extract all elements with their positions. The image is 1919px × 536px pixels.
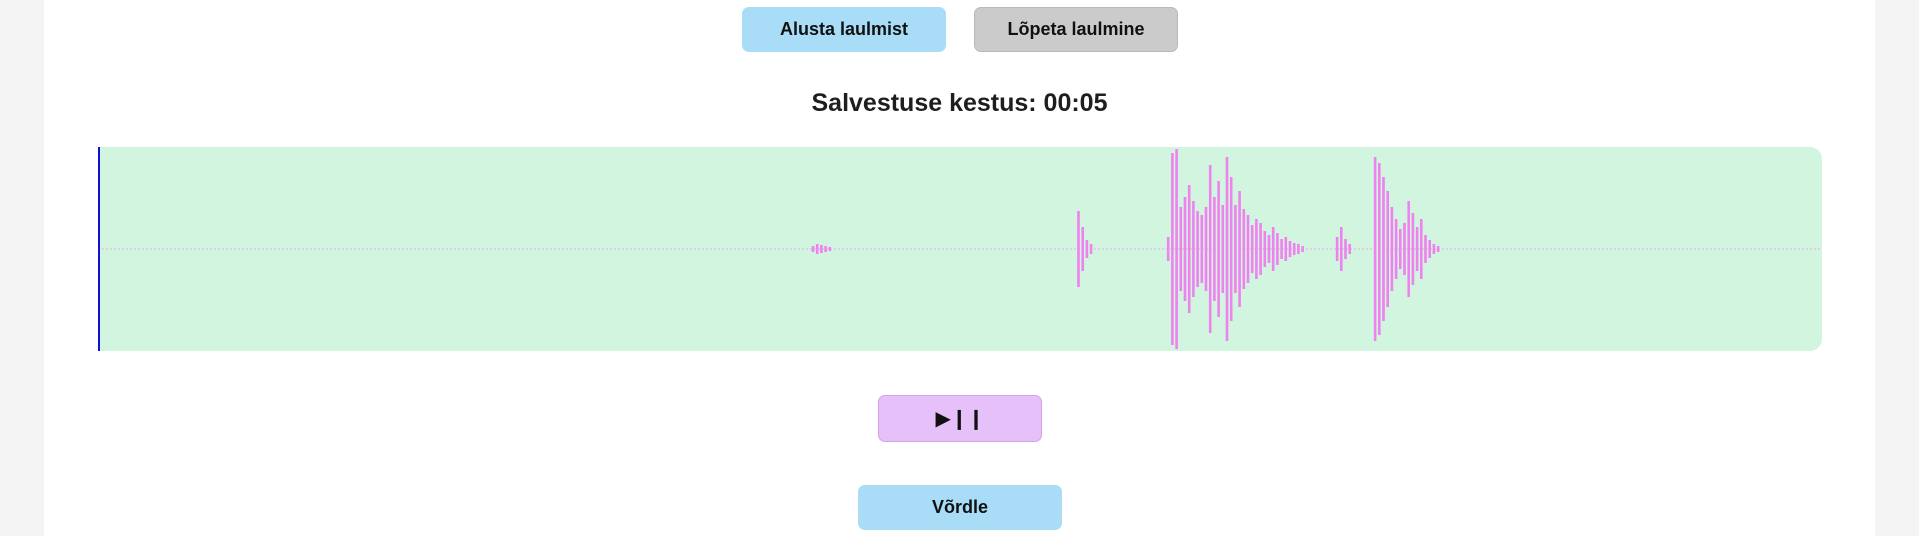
waveform-bar — [1276, 233, 1279, 265]
waveform-bar — [1378, 163, 1381, 335]
waveform-bar — [1196, 211, 1199, 287]
waveform-bar — [1221, 205, 1225, 293]
waveform-bar — [1200, 215, 1204, 283]
waveform-bar — [1183, 197, 1187, 301]
waveform-bar — [1192, 201, 1195, 297]
waveform-bar — [828, 247, 832, 251]
waveform-bar — [1213, 197, 1216, 301]
waveform-bar — [1250, 225, 1254, 273]
waveform-bar — [811, 246, 815, 252]
waveform-bar — [1204, 207, 1208, 291]
waveform-bar — [1335, 237, 1339, 261]
waveform-bar — [1259, 223, 1262, 275]
waveform[interactable] — [98, 147, 1822, 351]
waveform-bar — [1187, 185, 1191, 313]
waveform-bar — [1280, 239, 1283, 259]
waveform-bar — [1077, 211, 1080, 287]
waveform-bar — [1348, 244, 1351, 254]
waveform-bar — [1171, 153, 1174, 345]
waveform-bar — [1340, 227, 1343, 271]
waveform-bar — [1217, 181, 1220, 317]
waveform-bar — [1428, 240, 1431, 258]
waveform-bar — [1081, 227, 1084, 271]
waveform-bar — [1411, 213, 1415, 285]
waveform-bar — [1407, 201, 1410, 297]
waveform-bar — [1292, 243, 1296, 255]
waveform-bar — [1263, 231, 1267, 267]
waveform-bar — [1089, 244, 1093, 254]
waveform-bar — [824, 246, 827, 252]
waveform-bar — [815, 244, 819, 254]
waveform-bar — [1390, 207, 1394, 291]
recording-duration: Salvestuse kestus: 00:05 — [811, 89, 1108, 117]
compare-button[interactable]: Võrdle — [858, 485, 1062, 530]
waveform-bar — [1415, 227, 1419, 271]
playhead-cursor[interactable] — [98, 147, 100, 351]
waveform-bar — [1179, 207, 1183, 291]
waveform-bar — [1297, 244, 1300, 254]
start-singing-button[interactable]: Alusta laulmist — [742, 7, 946, 52]
waveform-bar — [1420, 219, 1423, 279]
waveform-bar — [1288, 241, 1292, 257]
waveform-bar — [1242, 209, 1246, 289]
waveform-bar — [1436, 246, 1440, 252]
waveform-bar — [1166, 237, 1170, 261]
waveform-bar — [1386, 191, 1389, 307]
waveform-bar — [1238, 191, 1241, 307]
waveform-bar — [1344, 239, 1347, 259]
waveform-bar — [1373, 157, 1377, 341]
waveform-bar — [1085, 240, 1089, 258]
waveform-bar — [820, 245, 823, 253]
waveform-bar — [1432, 244, 1436, 254]
waveform-bar — [1399, 229, 1402, 269]
stop-singing-button[interactable]: Lõpeta laulmine — [974, 7, 1178, 52]
waveform-bar — [1301, 246, 1304, 252]
waveform-bar — [1271, 227, 1275, 271]
waveform-bar — [1403, 223, 1406, 275]
play-pause-button[interactable]: ▶❙❙ — [878, 395, 1042, 442]
waveform-bar — [1246, 215, 1250, 283]
waveform-bar — [1225, 157, 1229, 341]
waveform-bars — [811, 149, 1440, 349]
waveform-bar — [1267, 235, 1271, 263]
waveform-bar — [1208, 165, 1212, 333]
waveform-bar — [1394, 219, 1398, 279]
waveform-bar — [1255, 219, 1258, 279]
waveform-bar — [1424, 235, 1427, 263]
waveform-bar — [1284, 237, 1288, 261]
app-panel: Alusta laulmist Lõpeta laulmine Salvestu… — [44, 0, 1875, 536]
waveform-bar — [1229, 177, 1233, 321]
waveform-bar — [1382, 177, 1385, 321]
waveform-bar — [1234, 205, 1237, 293]
waveform-bar — [1175, 149, 1178, 349]
